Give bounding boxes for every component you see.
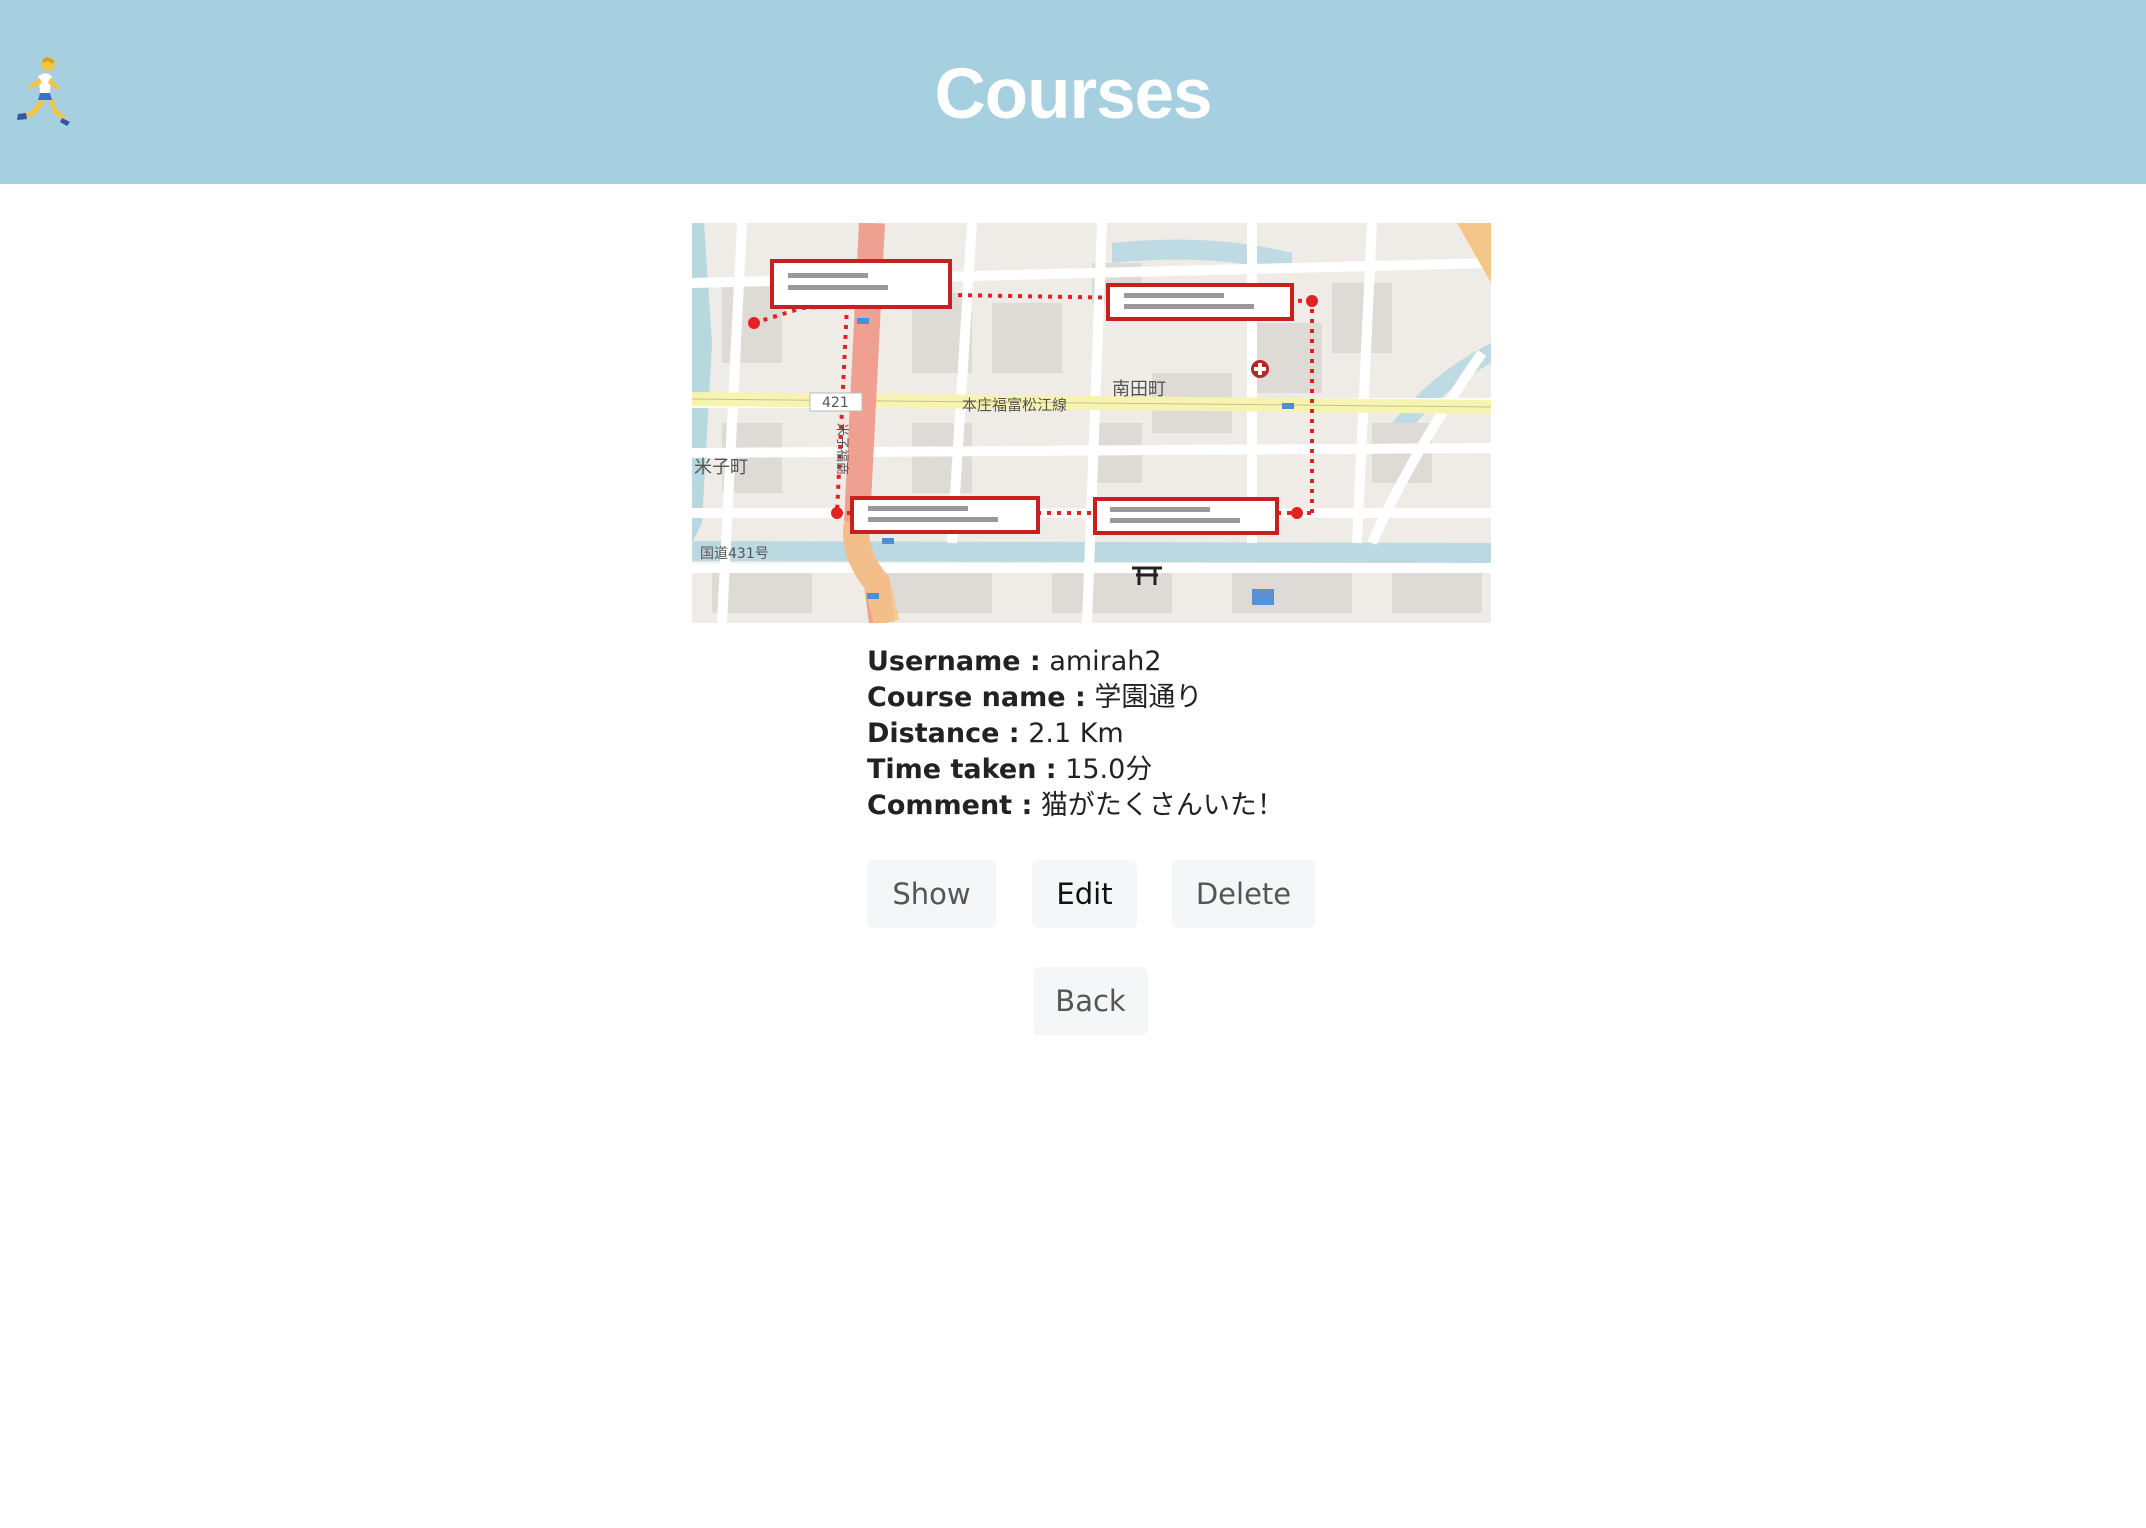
page-title: Courses xyxy=(934,55,1212,134)
delete-button[interactable]: Delete xyxy=(1172,860,1315,928)
username-row: Username : amirah2 xyxy=(867,644,1567,680)
time-taken-value: 15.0分 xyxy=(1065,754,1153,785)
course-name-value: 学園通り xyxy=(1094,682,1203,713)
time-taken-row: Time taken : 15.0分 xyxy=(867,752,1567,788)
comment-value: 猫がたくさんいた！ xyxy=(1040,790,1284,821)
map-street-label: 本庄福富松江線 xyxy=(962,396,1067,414)
distance-row: Distance : 2.1 Km xyxy=(867,716,1567,752)
course-name-row: Course name : 学園通り xyxy=(867,680,1567,716)
comment-label: Comment : xyxy=(867,790,1033,821)
time-taken-label: Time taken : xyxy=(867,754,1057,785)
course-details: Username : amirah2 Course name : 学園通り Di… xyxy=(867,644,1567,824)
username-label: Username : xyxy=(867,646,1041,677)
show-button[interactable]: Show xyxy=(867,860,996,928)
route-map: 421 本庄福富松江線 南田町 米子町 国道431号 米子福商 xyxy=(692,223,1491,623)
edit-button[interactable]: Edit xyxy=(1032,860,1137,928)
distance-value: 2.1 Km xyxy=(1028,718,1124,749)
course-name-label: Course name : xyxy=(867,682,1086,713)
map-district-label: 南田町 xyxy=(1112,379,1166,400)
back-button[interactable]: Back xyxy=(1033,967,1148,1035)
username-value: amirah2 xyxy=(1049,646,1162,677)
map-vertical-road-label: 米子福商 xyxy=(834,423,849,475)
app-header: Courses xyxy=(0,0,2146,184)
map-road-number: 421 xyxy=(822,395,849,411)
comment-row: Comment : 猫がたくさんいた！ xyxy=(867,788,1567,824)
distance-label: Distance : xyxy=(867,718,1020,749)
map-district-label-2: 米子町 xyxy=(694,457,748,478)
map-route-label: 国道431号 xyxy=(700,546,769,562)
